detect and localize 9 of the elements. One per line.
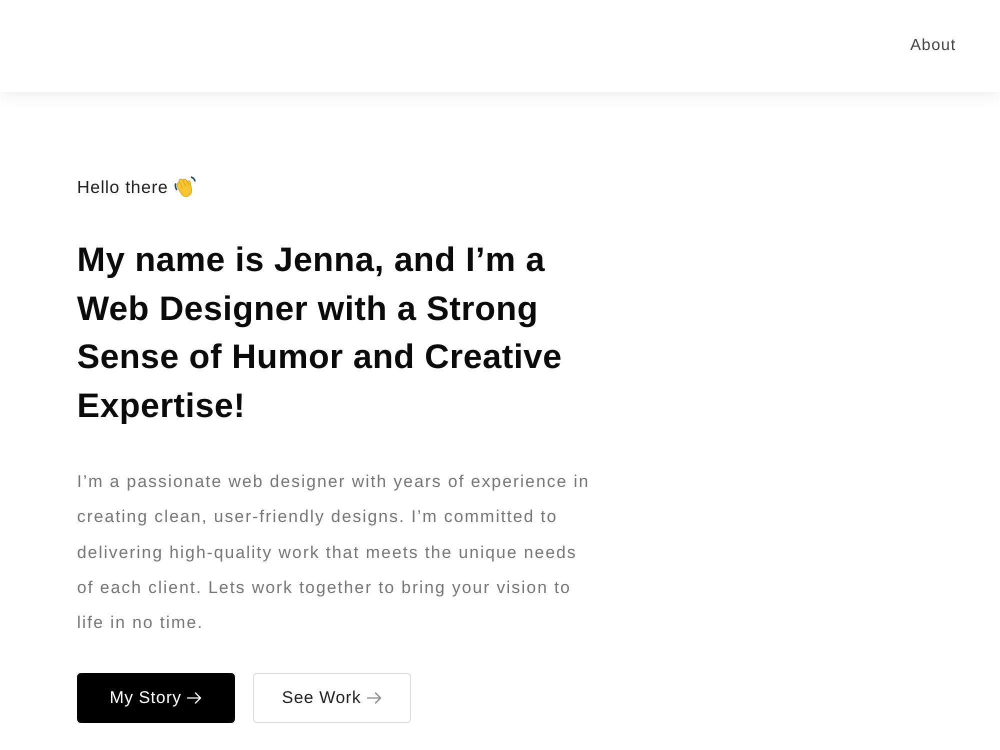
hero-heading: My name is Jenna, and I’m a Web Designer with a Strong Sense of Humor and Creative Expertise!: [77, 240, 564, 426]
greeting-text: Hello there: [77, 176, 168, 199]
arrow-right-icon: [367, 692, 382, 704]
hero-description: I’m a passionate web designer with years of experience in creating clean, user-friendly designs. I’m committed to delivering high-quality work that meets the unique needs of each client. Lets work together to bring your vision to life in no time.: [77, 471, 591, 634]
arrow-right-icon: [187, 692, 202, 704]
secondary-button[interactable]: See Work: [253, 673, 411, 724]
primary-button[interactable]: My Story: [77, 673, 235, 724]
waving-hand-icon: [174, 176, 196, 198]
nav-link[interactable]: About: [910, 36, 956, 56]
